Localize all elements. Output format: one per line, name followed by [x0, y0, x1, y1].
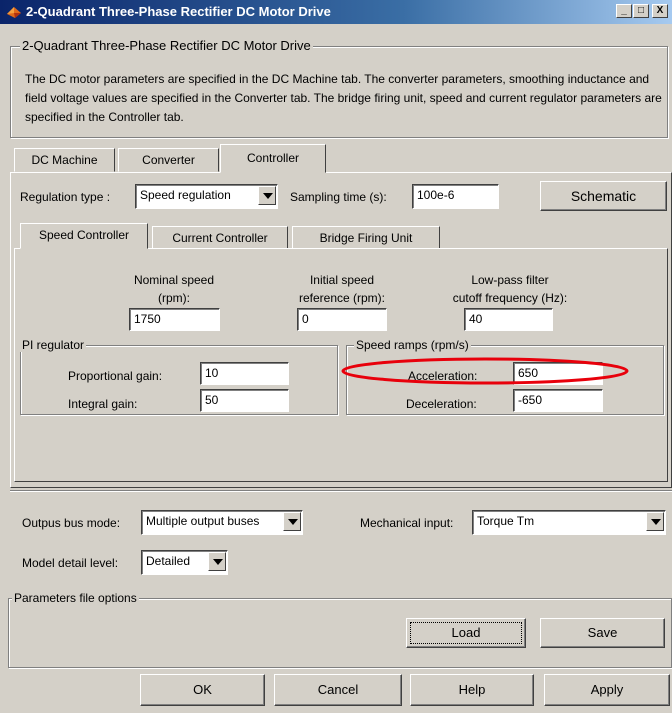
mechanical-input-value: Torque Tm: [477, 514, 535, 528]
help-button[interactable]: Help: [410, 674, 534, 706]
maximize-button[interactable]: □: [633, 4, 649, 18]
proportional-gain-label: Proportional gain:: [68, 369, 163, 383]
sampling-time-label: Sampling time (s):: [290, 190, 387, 204]
model-detail-value: Detailed: [146, 554, 191, 568]
tab-converter[interactable]: Converter: [118, 148, 219, 172]
model-detail-select[interactable]: Detailed: [141, 550, 228, 575]
model-detail-label: Model detail level:: [22, 556, 119, 570]
initial-speed-unit: reference (rpm):: [298, 291, 386, 305]
regulation-type-label: Regulation type :: [20, 190, 111, 204]
output-bus-mode-value: Multiple output buses: [146, 514, 260, 528]
output-bus-mode-label: Outpus bus mode:: [22, 516, 121, 530]
integral-gain-label: Integral gain:: [68, 397, 138, 411]
cancel-button[interactable]: Cancel: [274, 674, 402, 706]
regulation-type-value: Speed regulation: [140, 188, 231, 202]
close-button[interactable]: X: [652, 4, 668, 18]
initial-speed-label: Initial speed: [309, 273, 375, 287]
lowpass-filter-label: Low-pass filter: [471, 273, 549, 287]
speed-ramps-title: Speed ramps (rpm/s): [354, 338, 471, 352]
schematic-button[interactable]: Schematic: [540, 181, 667, 211]
lowpass-filter-unit: cutoff frequency (Hz):: [452, 291, 568, 305]
save-button[interactable]: Save: [540, 618, 665, 648]
tab-controller[interactable]: Controller: [220, 144, 326, 173]
tab-dc-machine[interactable]: DC Machine: [14, 148, 115, 172]
lowpass-filter-input[interactable]: 40: [464, 308, 553, 331]
apply-button[interactable]: Apply: [544, 674, 670, 706]
regulation-type-select[interactable]: Speed regulation: [135, 184, 278, 209]
title-bar[interactable]: 2-Quadrant Three-Phase Rectifier DC Moto…: [0, 0, 672, 24]
ok-button[interactable]: OK: [140, 674, 265, 706]
nominal-speed-unit: (rpm):: [158, 291, 190, 305]
nominal-speed-label: Nominal speed: [133, 273, 215, 287]
chevron-down-icon[interactable]: [258, 186, 276, 205]
tab-current-controller[interactable]: Current Controller: [152, 226, 288, 249]
mechanical-input-label: Mechanical input:: [360, 516, 454, 530]
initial-speed-input[interactable]: 0: [297, 308, 387, 331]
window-title: 2-Quadrant Three-Phase Rectifier DC Moto…: [26, 4, 331, 19]
integral-gain-input[interactable]: 50: [200, 389, 289, 412]
chevron-down-icon[interactable]: [208, 552, 226, 571]
output-bus-mode-select[interactable]: Multiple output buses: [141, 510, 303, 535]
pi-regulator-title: PI regulator: [20, 338, 87, 352]
chevron-down-icon[interactable]: [283, 512, 301, 531]
mechanical-input-select[interactable]: Torque Tm: [472, 510, 666, 535]
matlab-icon: [7, 7, 21, 18]
deceleration-input[interactable]: -650: [513, 389, 603, 412]
load-button[interactable]: Load: [406, 618, 526, 648]
minimize-button[interactable]: _: [616, 4, 632, 18]
tab-speed-controller[interactable]: Speed Controller: [20, 223, 148, 249]
description-group-title: 2-Quadrant Three-Phase Rectifier DC Moto…: [20, 38, 313, 53]
deceleration-label: Deceleration:: [406, 397, 477, 411]
highlight-ellipse: [341, 357, 629, 385]
params-file-title: Parameters file options: [12, 591, 139, 605]
tab-bridge-firing-unit[interactable]: Bridge Firing Unit: [292, 226, 440, 249]
block-description: The DC motor parameters are specified in…: [25, 72, 662, 124]
chevron-down-icon[interactable]: [646, 512, 664, 531]
proportional-gain-input[interactable]: 10: [200, 362, 289, 385]
nominal-speed-input[interactable]: 1750: [129, 308, 220, 331]
divider: [10, 490, 672, 492]
sampling-time-input[interactable]: 100e-6: [412, 184, 499, 209]
